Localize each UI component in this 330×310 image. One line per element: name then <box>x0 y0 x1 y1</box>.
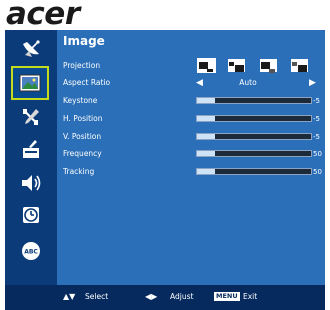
sidebar-item-image[interactable] <box>11 66 49 100</box>
keystone-value: -5 <box>313 97 320 105</box>
logo-bar: acer <box>0 0 330 32</box>
tracking-row[interactable]: Tracking 50 <box>63 165 322 179</box>
satellite-dish-icon <box>23 40 40 57</box>
h-position-slider[interactable] <box>196 115 312 122</box>
sidebar-item-timer[interactable] <box>13 202 49 228</box>
frequency-row[interactable]: Frequency 50 <box>63 147 322 161</box>
timer-icon <box>23 207 39 223</box>
select-hint-label: Select <box>85 292 109 301</box>
keystone-slider-fill <box>197 98 216 103</box>
key-legend-bar: ▲▼ Select ◀▶ Adjust MENU Exit <box>5 285 325 310</box>
projection-label: Projection <box>63 61 101 70</box>
tracking-label: Tracking <box>63 167 95 176</box>
svg-text:ABC: ABC <box>24 249 38 256</box>
frequency-slider[interactable] <box>196 150 312 157</box>
sidebar-item-management[interactable] <box>13 36 49 62</box>
adjust-hint-label: Adjust <box>170 292 194 301</box>
sidebar-item-management-2[interactable] <box>13 136 49 162</box>
language-abc-icon: ABC <box>22 242 40 260</box>
projection-front-desktop-icon <box>199 62 213 73</box>
aspect-left-arrow-icon[interactable]: ◀ <box>196 78 203 88</box>
projection-rear-desktop-icon <box>261 62 275 73</box>
projection-rear-desktop-option[interactable] <box>260 59 277 73</box>
aspect-ratio-label: Aspect Ratio <box>63 78 111 87</box>
up-down-arrow-icon: ▲▼ <box>63 292 76 301</box>
v-position-slider[interactable] <box>196 133 312 140</box>
frequency-label: Frequency <box>63 149 102 158</box>
sidebar: ABC <box>5 30 57 285</box>
keystone-slider[interactable] <box>196 97 312 104</box>
projection-rear-ceiling-option[interactable] <box>291 59 308 72</box>
projection-rear-ceiling-icon <box>292 62 307 72</box>
keystone-label: Keystone <box>63 96 98 105</box>
projection-row[interactable]: Projection <box>63 58 321 73</box>
tools-icon <box>23 109 39 125</box>
v-position-row[interactable]: V. Position -5 <box>63 130 321 144</box>
frequency-value: 50 <box>313 150 322 158</box>
aspect-ratio-row[interactable]: Aspect Ratio ◀ Auto ▶ <box>63 76 321 90</box>
v-position-value: -5 <box>313 133 320 141</box>
tracking-slider-fill <box>197 169 216 174</box>
h-position-value: -5 <box>313 115 320 123</box>
projection-front-ceiling-option[interactable] <box>228 59 245 72</box>
acer-logo: acer <box>6 0 80 32</box>
setup-icon <box>23 140 39 158</box>
keystone-row[interactable]: Keystone -5 <box>63 94 321 108</box>
v-position-label: V. Position <box>63 132 102 141</box>
frequency-slider-fill <box>197 151 216 156</box>
image-icon <box>19 74 41 92</box>
tracking-slider[interactable] <box>196 168 312 175</box>
sidebar-item-language[interactable]: ABC <box>13 238 49 264</box>
aspect-right-arrow-icon[interactable]: ▶ <box>309 78 316 88</box>
exit-hint-label: Exit <box>243 292 258 301</box>
projection-front-desktop-option[interactable] <box>197 58 216 73</box>
image-menu-panel: Image Projection Aspect Ratio ◀ Auto ▶ K… <box>57 30 325 285</box>
sidebar-item-audio[interactable] <box>13 170 49 196</box>
v-position-slider-fill <box>197 134 216 139</box>
h-position-label: H. Position <box>63 114 103 123</box>
h-position-row[interactable]: H. Position -5 <box>63 112 321 126</box>
page-title: Image <box>63 34 105 48</box>
projection-front-ceiling-icon <box>229 62 244 72</box>
speaker-icon <box>22 175 41 191</box>
left-right-arrow-icon: ◀▶ <box>145 292 158 301</box>
sidebar-item-setting[interactable] <box>13 104 49 130</box>
h-position-slider-fill <box>197 116 216 121</box>
aspect-ratio-value: Auto <box>239 78 257 87</box>
menu-key-badge: MENU <box>214 292 240 301</box>
tracking-value: 50 <box>313 168 322 176</box>
